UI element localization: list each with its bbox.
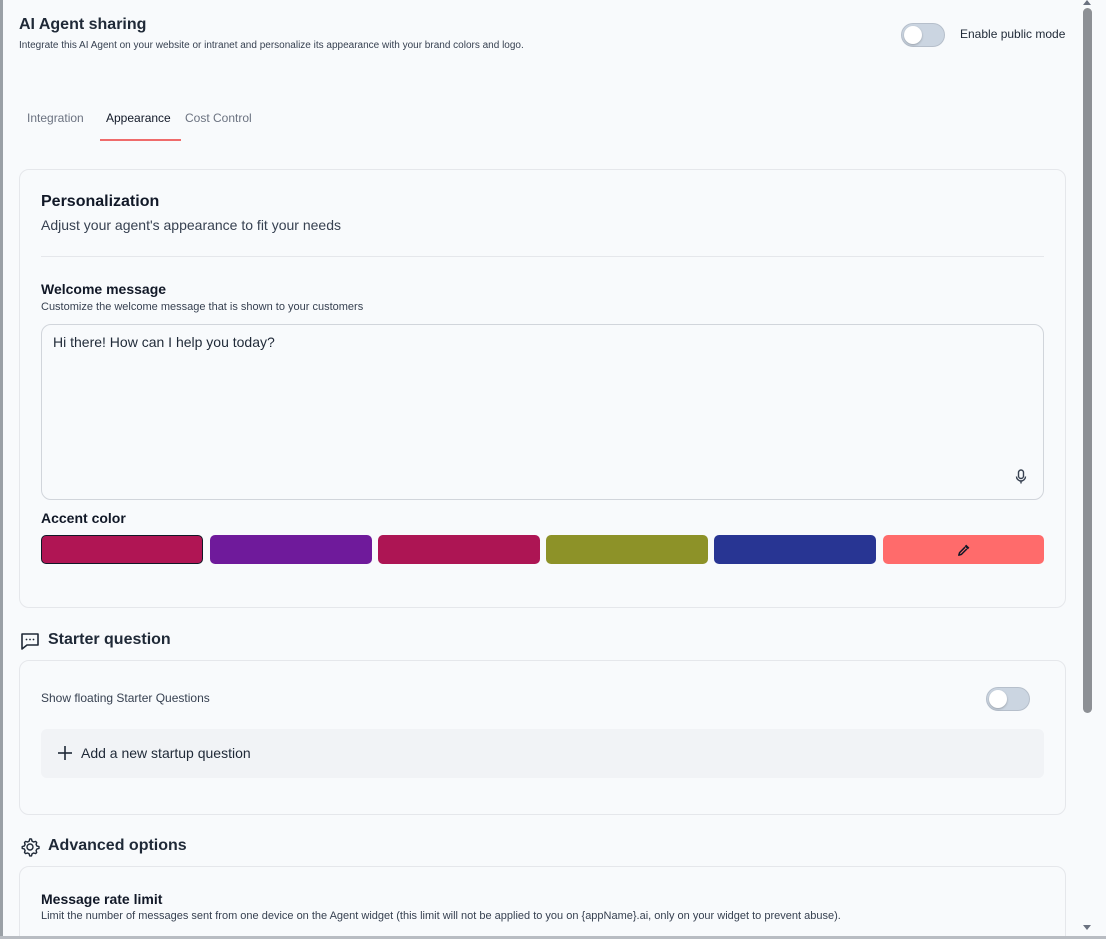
- advanced-options-title: Advanced options: [48, 837, 187, 854]
- scroll-down-arrow-icon[interactable]: [1083, 925, 1091, 930]
- accent-swatch-1[interactable]: [41, 535, 203, 564]
- accent-swatch-5[interactable]: [714, 535, 876, 564]
- custom-color-picker[interactable]: [883, 535, 1044, 564]
- tab-cost-control[interactable]: Cost Control: [185, 111, 252, 125]
- accent-swatch-3[interactable]: [378, 535, 540, 564]
- welcome-message-subtitle: Customize the welcome message that is sh…: [41, 301, 364, 313]
- microphone-icon[interactable]: [1014, 469, 1028, 485]
- section-divider: [41, 256, 1044, 257]
- toggle-knob: [989, 690, 1007, 708]
- personalization-title: Personalization: [41, 193, 160, 210]
- scroll-up-arrow-icon[interactable]: [1083, 0, 1091, 5]
- plus-icon: [58, 746, 72, 760]
- floating-starter-toggle[interactable]: [986, 687, 1030, 711]
- page-title: AI Agent sharing: [19, 16, 147, 33]
- advanced-options-card: [19, 866, 1066, 939]
- main-content: AI Agent sharing Integrate this AI Agent…: [0, 0, 1080, 939]
- eyedropper-icon: [957, 544, 969, 556]
- starter-question-title: Starter question: [48, 631, 171, 648]
- welcome-message-title: Welcome message: [41, 281, 167, 297]
- add-startup-question-label[interactable]: Add a new startup question: [81, 745, 251, 761]
- active-tab-indicator: [100, 139, 181, 141]
- gear-icon: [21, 838, 40, 857]
- welcome-message-value[interactable]: Hi there! How can I help you today?: [53, 334, 275, 350]
- accent-color-title: Accent color: [41, 510, 126, 526]
- toggle-knob: [904, 26, 922, 44]
- welcome-message-textarea[interactable]: [41, 324, 1044, 500]
- tab-appearance[interactable]: Appearance: [106, 111, 171, 125]
- message-rate-limit-subtitle: Limit the number of messages sent from o…: [41, 910, 841, 922]
- accent-swatch-4[interactable]: [546, 535, 708, 564]
- public-mode-toggle[interactable]: [901, 23, 945, 47]
- app-frame: AI Agent sharing Integrate this AI Agent…: [0, 0, 1106, 939]
- message-square-icon: [21, 633, 39, 650]
- accent-swatch-2[interactable]: [210, 535, 372, 564]
- message-rate-limit-title: Message rate limit: [41, 891, 163, 907]
- page-subtitle: Integrate this AI Agent on your website …: [19, 40, 524, 51]
- public-mode-label: Enable public mode: [960, 27, 1066, 41]
- floating-starter-label: Show floating Starter Questions: [41, 691, 210, 705]
- scrollbar-thumb[interactable]: [1083, 8, 1092, 713]
- tab-integration[interactable]: Integration: [27, 111, 84, 125]
- personalization-subtitle: Adjust your agent's appearance to fit yo…: [41, 217, 341, 233]
